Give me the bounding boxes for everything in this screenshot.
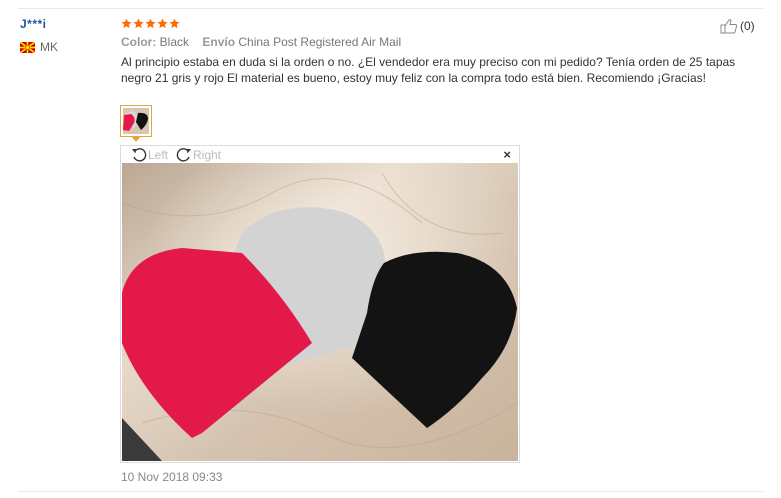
star-icon	[133, 18, 144, 29]
star-icon	[169, 18, 180, 29]
helpful-button[interactable]: (0)	[720, 18, 755, 34]
rating-stars	[121, 18, 180, 29]
rotate-right-button[interactable]: Right	[176, 147, 221, 162]
country-code: MK	[40, 40, 58, 54]
color-label: Color:	[121, 35, 157, 49]
reviewer-info: J***i MK	[20, 17, 110, 54]
thumbs-up-icon	[720, 19, 738, 34]
star-icon	[121, 18, 132, 29]
rotate-left-label: Left	[148, 147, 169, 162]
macedonia-flag-icon	[20, 41, 35, 53]
bottom-divider	[18, 491, 763, 492]
rotate-left-button[interactable]: Left	[131, 147, 168, 162]
hats-photo	[122, 163, 518, 461]
star-icon	[157, 18, 168, 29]
reviewer-country: MK	[20, 40, 110, 54]
rotate-left-icon	[132, 148, 147, 162]
photo-viewer: Left Right ×	[120, 145, 520, 463]
reviewer-name[interactable]: J***i	[20, 17, 110, 31]
top-divider	[18, 8, 763, 9]
order-details: Color: Black Envío China Post Registered…	[121, 35, 401, 49]
thumbnail-photo	[123, 108, 149, 134]
shipping-value: China Post Registered Air Mail	[238, 35, 402, 49]
review-photo-thumbnail[interactable]	[120, 105, 152, 137]
star-icon	[145, 18, 156, 29]
thumbnail-caret	[131, 136, 141, 142]
review-date: 10 Nov 2018 09:33	[121, 470, 223, 484]
shipping-label: Envío	[202, 35, 236, 49]
rotate-right-icon	[176, 148, 191, 162]
review-photo	[122, 163, 518, 461]
helpful-count: (0)	[740, 19, 755, 33]
close-icon[interactable]: ×	[503, 147, 511, 162]
review-text: Al principio estaba en duda si la orden …	[121, 55, 736, 85]
rotate-right-label: Right	[193, 147, 222, 162]
color-value: Black	[159, 35, 190, 49]
viewer-toolbar: Left Right ×	[121, 146, 519, 163]
